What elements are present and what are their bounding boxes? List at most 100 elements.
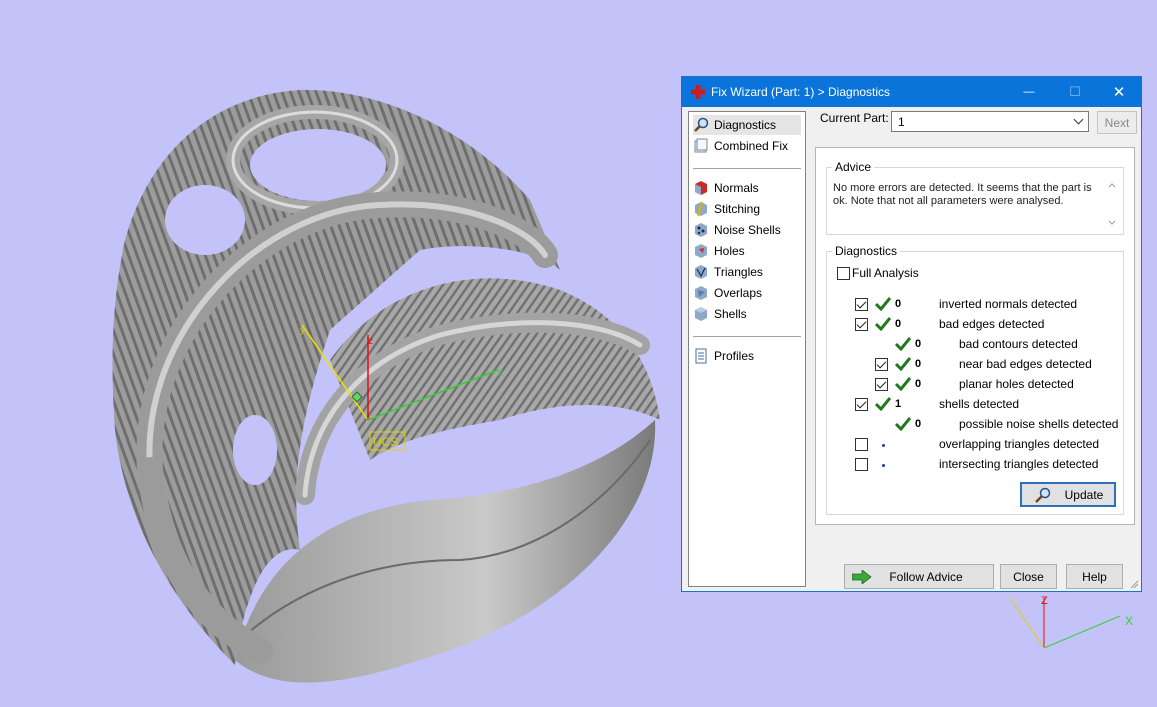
help-button[interactable]: Help bbox=[1066, 564, 1123, 589]
green-check-icon bbox=[895, 357, 911, 371]
diagnostic-row: 0 bad contours detected bbox=[827, 336, 1117, 354]
sidebar-item-label: Holes bbox=[714, 244, 745, 258]
follow-advice-button[interactable]: Follow Advice bbox=[844, 564, 994, 589]
current-part-select[interactable]: 1 bbox=[891, 111, 1089, 132]
maximize-icon: ☐ bbox=[1069, 84, 1081, 99]
sidebar-item-label: Shells bbox=[714, 307, 747, 321]
stitching-icon bbox=[695, 201, 707, 217]
sidebar-item-holes[interactable]: Holes bbox=[693, 241, 801, 261]
ucs-axis-z-label: z bbox=[368, 336, 373, 347]
next-button[interactable]: Next bbox=[1097, 111, 1137, 134]
green-check-icon bbox=[895, 417, 911, 431]
diagnostic-row: overlapping triangles detected bbox=[827, 436, 1117, 454]
corner-axis-z-label: Z bbox=[1041, 595, 1048, 607]
diagnostic-row: 0 possible noise shells detected bbox=[827, 416, 1119, 434]
ucs-label: UCS bbox=[373, 435, 398, 449]
status-dot-icon bbox=[882, 464, 885, 467]
close-button[interactable]: Close bbox=[1000, 564, 1057, 589]
diagnostic-count: 0 bbox=[895, 298, 902, 310]
diagnostic-count: 0 bbox=[915, 358, 922, 370]
diagnostic-text: bad edges detected bbox=[939, 317, 1045, 331]
normals-icon bbox=[695, 181, 707, 195]
advice-text: No more errors are detected. It seems th… bbox=[833, 182, 1092, 207]
sidebar-item-combined-fix[interactable]: Combined Fix bbox=[693, 136, 801, 156]
green-arrow-icon bbox=[852, 570, 872, 584]
wizard-sidebar: Diagnostics Combined Fix Normals Stitchi… bbox=[688, 111, 806, 587]
sidebar-item-normals[interactable]: Normals bbox=[693, 178, 801, 198]
diagnostic-checkbox[interactable] bbox=[875, 358, 888, 371]
diagnostic-checkbox[interactable] bbox=[875, 378, 888, 391]
current-part-value: 1 bbox=[898, 115, 905, 129]
sidebar-item-diagnostics[interactable]: Diagnostics bbox=[693, 115, 801, 135]
close-window-button[interactable]: ✕ bbox=[1096, 77, 1142, 107]
diagnostic-row: 0 planar holes detected bbox=[827, 376, 1117, 394]
green-check-icon bbox=[895, 337, 911, 351]
sidebar-item-overlaps[interactable]: Overlaps bbox=[693, 283, 801, 303]
ring-hole bbox=[233, 415, 277, 485]
resize-grip-icon[interactable] bbox=[1129, 579, 1139, 589]
close-button-label: Close bbox=[1013, 569, 1044, 584]
corner-axes: Z X bbox=[1009, 595, 1133, 649]
ring-hole bbox=[165, 185, 245, 255]
overlaps-icon bbox=[695, 286, 707, 300]
diagnostic-checkbox[interactable] bbox=[855, 318, 868, 331]
diagnostic-checkbox[interactable] bbox=[855, 458, 868, 471]
ucs-axis-x-label: x bbox=[498, 368, 503, 379]
diagnostic-checkbox[interactable] bbox=[855, 438, 868, 451]
ring-model bbox=[112, 89, 660, 683]
ucs-axis-y-label: y bbox=[300, 325, 305, 336]
sidebar-item-noise-shells[interactable]: Noise Shells bbox=[693, 220, 801, 240]
diagnostics-panel: Advice No more errors are detected. It s… bbox=[815, 147, 1135, 525]
diagnostic-checkbox[interactable] bbox=[855, 298, 868, 311]
diagnostic-text: shells detected bbox=[939, 397, 1020, 411]
diagnostics-group: Diagnostics Full Analysis 0 inverted norm… bbox=[826, 244, 1124, 515]
maximize-button: ☐ bbox=[1052, 77, 1098, 107]
advice-scrollbar[interactable] bbox=[1105, 180, 1119, 228]
sidebar-item-label: Stitching bbox=[714, 202, 761, 216]
update-button-label: Update bbox=[1064, 487, 1104, 502]
sidebar-item-stitching[interactable]: Stitching bbox=[693, 199, 801, 219]
diagnostic-text: possible noise shells detected bbox=[959, 417, 1119, 431]
green-check-icon bbox=[875, 317, 891, 331]
diagnostic-count: 0 bbox=[915, 378, 922, 390]
minimize-icon: — bbox=[1023, 86, 1035, 98]
diagnostic-text: bad contours detected bbox=[959, 337, 1078, 351]
diagnostic-count: 0 bbox=[895, 318, 902, 330]
green-check-icon bbox=[875, 397, 891, 411]
magnifier-icon bbox=[1034, 487, 1050, 503]
profiles-icon bbox=[695, 348, 707, 364]
diagnostic-text: intersecting triangles detected bbox=[939, 457, 1099, 471]
diagnostic-row: 0 bad edges detected bbox=[827, 316, 1117, 334]
dialog-titlebar[interactable]: Fix Wizard (Part: 1) > Diagnostics — ☐ ✕ bbox=[682, 77, 1141, 107]
sidebar-item-triangles[interactable]: Triangles bbox=[693, 262, 801, 282]
diagnostic-row: 1 shells detected bbox=[827, 396, 1117, 414]
shells-icon bbox=[695, 307, 707, 321]
fix-wizard-dialog: Fix Wizard (Part: 1) > Diagnostics — ☐ ✕… bbox=[681, 76, 1142, 592]
minimize-button[interactable]: — bbox=[1006, 77, 1052, 107]
diagnostic-text: near bad edges detected bbox=[959, 357, 1092, 371]
diagnostics-title: Diagnostics bbox=[832, 244, 901, 258]
corner-axis-x-label: X bbox=[1125, 614, 1133, 628]
diagnostic-row: 0 inverted normals detected bbox=[827, 296, 1117, 314]
green-check-icon bbox=[875, 297, 891, 311]
sidebar-item-label: Overlaps bbox=[714, 286, 763, 300]
red-cross-icon bbox=[691, 85, 705, 99]
status-dot-icon bbox=[882, 444, 885, 447]
combined-fix-icon bbox=[694, 138, 708, 153]
holes-icon bbox=[695, 244, 707, 258]
sidebar-item-label: Diagnostics bbox=[714, 118, 777, 132]
sidebar-item-label: Normals bbox=[714, 181, 759, 195]
diagnostic-count: 0 bbox=[915, 418, 922, 430]
sidebar-item-label: Profiles bbox=[714, 349, 755, 363]
full-analysis-checkbox[interactable] bbox=[837, 267, 850, 280]
sidebar-item-profiles[interactable]: Profiles bbox=[693, 346, 801, 366]
dialog-title: Fix Wizard (Part: 1) > Diagnostics bbox=[711, 85, 891, 99]
update-button[interactable]: Update bbox=[1020, 482, 1116, 507]
diagnostic-text: planar holes detected bbox=[959, 377, 1074, 391]
diagnostic-checkbox[interactable] bbox=[855, 398, 868, 411]
sidebar-item-shells[interactable]: Shells bbox=[693, 304, 801, 324]
follow-advice-label: Follow Advice bbox=[889, 569, 963, 584]
diagnostic-text: inverted normals detected bbox=[939, 297, 1078, 311]
sidebar-item-label: Combined Fix bbox=[714, 139, 789, 153]
noise-shells-icon bbox=[695, 223, 707, 237]
